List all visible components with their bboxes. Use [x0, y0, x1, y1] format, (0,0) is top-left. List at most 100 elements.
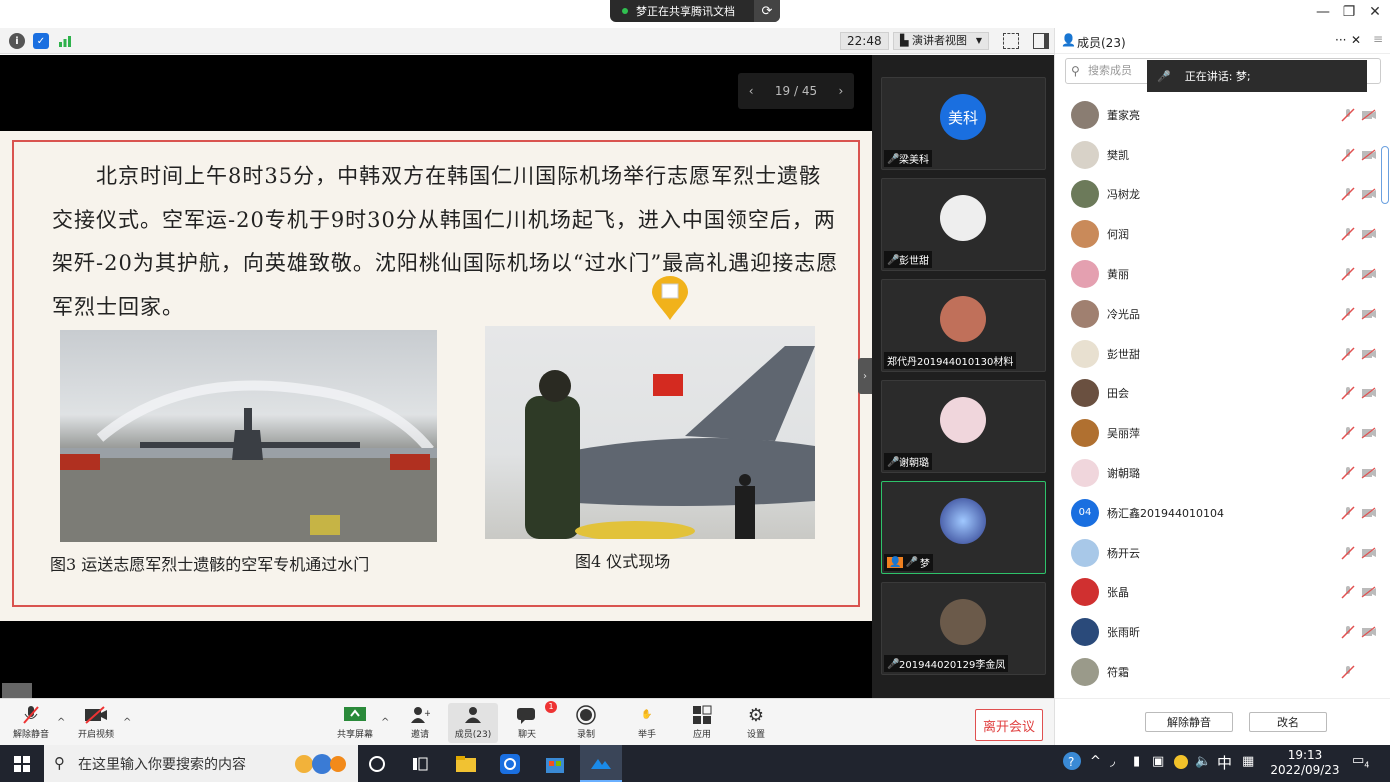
camera-off-icon[interactable]: [1361, 268, 1377, 280]
tencent-meeting-taskbar-icon[interactable]: [580, 745, 622, 782]
more-options-button[interactable]: ···: [1335, 33, 1346, 47]
camera-off-icon[interactable]: [1361, 586, 1377, 598]
member-row[interactable]: 符霜: [1055, 652, 1390, 692]
mic-muted-icon[interactable]: [1341, 585, 1355, 599]
collapse-strip-button[interactable]: ›: [858, 358, 872, 394]
chat-button[interactable]: 1 聊天: [502, 701, 557, 740]
location-pin-icon[interactable]: [652, 276, 688, 320]
mic-muted-icon[interactable]: [1341, 347, 1355, 361]
member-row[interactable]: 张雨昕: [1055, 612, 1390, 652]
mic-muted-icon[interactable]: [1341, 665, 1355, 679]
audio-options-caret-icon[interactable]: ^: [57, 717, 65, 728]
member-row[interactable]: 彭世甜: [1055, 334, 1390, 374]
camera-off-icon[interactable]: [1361, 308, 1377, 320]
mic-muted-icon[interactable]: [1341, 227, 1355, 241]
emoji-tray-icon[interactable]: [1173, 754, 1189, 774]
settings-button[interactable]: ⚙ 设置: [731, 705, 781, 741]
camera-off-icon[interactable]: [1361, 626, 1377, 638]
mic-muted-icon[interactable]: [1341, 267, 1355, 281]
mic-muted-icon[interactable]: [1341, 466, 1355, 480]
video-tile[interactable]: 美科 🎤 梁美科: [881, 77, 1046, 170]
ime-indicator[interactable]: 中: [1217, 752, 1232, 773]
task-view-icon[interactable]: [408, 752, 432, 776]
video-tile-active-speaker[interactable]: 👤 🎤 梦: [881, 481, 1046, 574]
member-row[interactable]: 樊凯: [1055, 135, 1390, 175]
panel-menu-icon[interactable]: ≡: [1373, 32, 1383, 46]
windows-start-icon[interactable]: [10, 752, 34, 776]
raise-hand-button[interactable]: ✋ 举手: [622, 705, 672, 740]
info-icon[interactable]: i: [9, 33, 25, 49]
member-row[interactable]: 董家亮: [1055, 95, 1390, 135]
volume-icon[interactable]: 🔈: [1195, 754, 1211, 769]
camera-off-icon[interactable]: [1361, 387, 1377, 399]
cortana-icon[interactable]: [365, 752, 389, 776]
member-row[interactable]: 黄丽: [1055, 254, 1390, 294]
member-row[interactable]: 04 杨汇鑫201944010104: [1055, 493, 1390, 533]
mic-muted-icon[interactable]: [1341, 386, 1355, 400]
mic-muted-icon[interactable]: [1341, 625, 1355, 639]
close-window-button[interactable]: ✕: [1362, 4, 1388, 20]
video-tile[interactable]: 🎤 谢朝璐: [881, 380, 1046, 473]
members-button[interactable]: 成员(23): [448, 703, 498, 743]
leave-meeting-button[interactable]: 离开会议: [975, 709, 1043, 741]
network-icon[interactable]: ◞: [1110, 754, 1115, 769]
mic-muted-icon[interactable]: [1341, 108, 1355, 122]
notifications-icon[interactable]: ▭4: [1352, 753, 1369, 770]
invite-button[interactable]: + 邀请: [395, 705, 445, 740]
video-tile[interactable]: 郑代丹201944010130材料: [881, 279, 1046, 372]
member-row[interactable]: 张晶: [1055, 573, 1390, 613]
camera-off-icon[interactable]: [1361, 547, 1377, 559]
mic-muted-icon[interactable]: [1341, 426, 1355, 440]
refresh-icon[interactable]: ⟳: [754, 0, 780, 22]
camera-off-icon[interactable]: [1361, 228, 1377, 240]
next-slide-button[interactable]: ›: [838, 84, 843, 98]
member-row[interactable]: 冯树龙: [1055, 175, 1390, 215]
member-row[interactable]: 冷光品: [1055, 294, 1390, 334]
camera-off-icon[interactable]: [1361, 188, 1377, 200]
start-video-button[interactable]: 开启视频: [71, 705, 121, 740]
member-row[interactable]: 何润: [1055, 214, 1390, 254]
signal-icon[interactable]: [57, 33, 73, 49]
ime-mode-icon[interactable]: ▦: [1242, 754, 1254, 769]
weather-icon[interactable]: [290, 752, 350, 776]
member-row[interactable]: 田会: [1055, 374, 1390, 414]
restore-button[interactable]: ❐: [1336, 4, 1362, 20]
unmute-button[interactable]: 解除静音: [6, 705, 56, 740]
system-clock[interactable]: 19:13 2022/09/23: [1270, 748, 1340, 778]
shield-icon[interactable]: ✓: [33, 33, 49, 49]
rename-button[interactable]: 改名: [1249, 712, 1327, 732]
camera-off-icon[interactable]: [1361, 507, 1377, 519]
video-tile[interactable]: 🎤 彭世甜: [881, 178, 1046, 271]
camera-off-icon[interactable]: [1361, 467, 1377, 479]
record-button[interactable]: 录制: [561, 705, 611, 740]
mic-muted-icon[interactable]: [1341, 506, 1355, 520]
member-list-scrollbar[interactable]: [1381, 146, 1389, 204]
unmute-all-button[interactable]: 解除静音: [1145, 712, 1233, 732]
share-screen-button[interactable]: 共享屏幕: [330, 705, 380, 740]
help-icon[interactable]: ?: [1062, 751, 1082, 775]
security-tray-icon[interactable]: ▣: [1152, 754, 1164, 769]
view-mode-dropdown[interactable]: ▙ 演讲者视图 ▼: [893, 32, 989, 50]
edge-browser-icon[interactable]: [498, 752, 522, 776]
apps-button[interactable]: 应用: [677, 705, 727, 740]
close-panel-button[interactable]: ✕: [1351, 33, 1361, 47]
share-status-banner[interactable]: 梦正在共享腾讯文档 ⟳: [610, 0, 780, 22]
previous-slide-button[interactable]: ‹: [749, 84, 754, 98]
file-explorer-icon[interactable]: [454, 752, 478, 776]
camera-off-icon[interactable]: [1361, 348, 1377, 360]
microphone-tray-icon[interactable]: ▮: [1133, 754, 1140, 769]
mic-muted-icon[interactable]: [1341, 148, 1355, 162]
member-row[interactable]: 谢朝璐: [1055, 453, 1390, 493]
tray-expand-icon[interactable]: ^: [1090, 754, 1101, 769]
sidebar-toggle-icon[interactable]: [1033, 33, 1049, 49]
camera-off-icon[interactable]: [1361, 427, 1377, 439]
member-row[interactable]: 杨开云: [1055, 533, 1390, 573]
member-row[interactable]: 吴丽萍: [1055, 413, 1390, 453]
video-options-caret-icon[interactable]: ^: [123, 717, 131, 728]
camera-off-icon[interactable]: [1361, 149, 1377, 161]
mic-muted-icon[interactable]: [1341, 187, 1355, 202]
video-tile[interactable]: 🎤 201944020129李金凤: [881, 582, 1046, 675]
mic-muted-icon[interactable]: [1341, 546, 1355, 560]
minimize-button[interactable]: —: [1310, 4, 1336, 20]
store-icon[interactable]: [543, 752, 567, 776]
